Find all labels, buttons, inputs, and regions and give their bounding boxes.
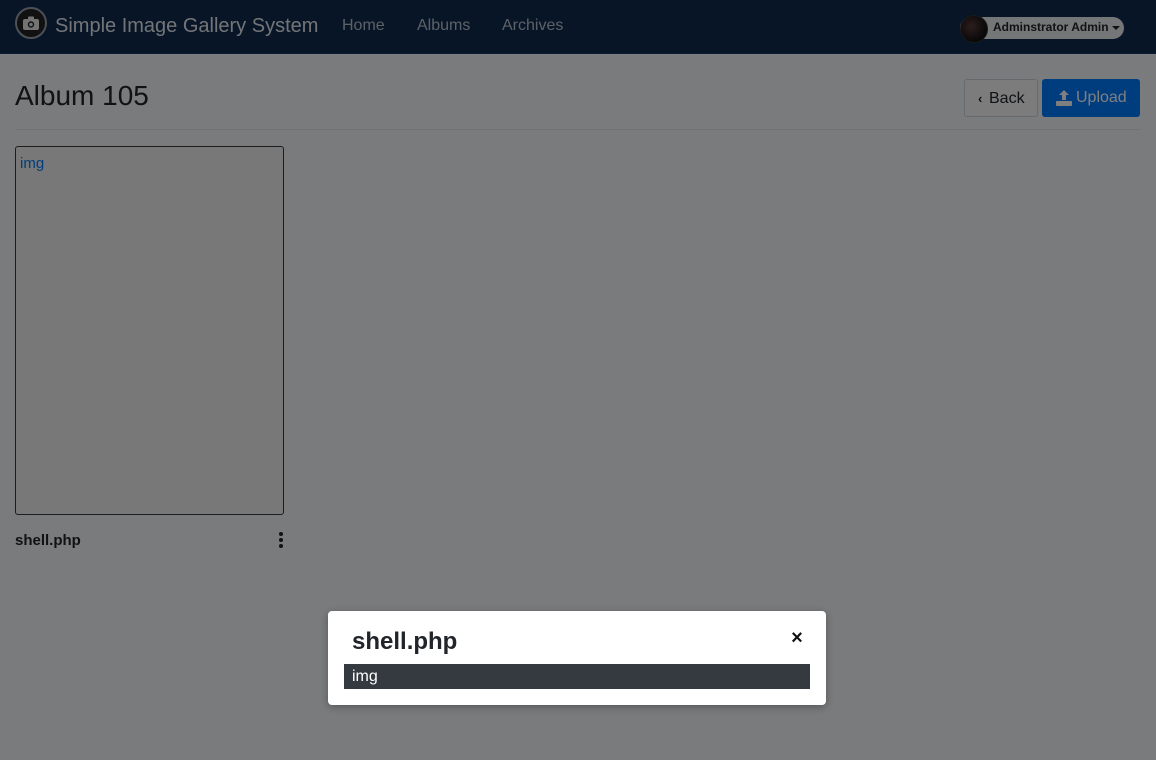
modal-title: shell.php xyxy=(352,628,458,655)
modal-image: img xyxy=(344,664,810,689)
image-preview-modal: shell.php × img xyxy=(328,611,826,705)
modal-image-alt-text: img xyxy=(352,668,378,685)
close-icon[interactable]: × xyxy=(787,627,807,649)
page: Simple Image Gallery System Home Albums … xyxy=(0,0,1156,760)
